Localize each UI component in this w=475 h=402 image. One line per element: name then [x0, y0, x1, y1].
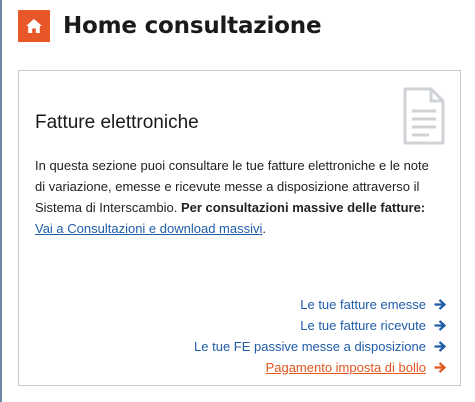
document-icon [403, 87, 445, 145]
card-links: Le tue fatture emesse Le tue fatture ric… [194, 294, 446, 378]
card-description: In questa sezione puoi consultare le tue… [35, 155, 435, 239]
card-title: Fatture elettroniche [35, 112, 199, 133]
arrow-right-icon [434, 362, 446, 373]
link-label: Pagamento imposta di bollo [265, 360, 426, 375]
page: Home consultazione Fatture elettroniche … [0, 0, 475, 402]
home-button[interactable] [18, 10, 50, 42]
link-fatture-ricevute[interactable]: Le tue fatture ricevute [194, 315, 446, 336]
link-label: Le tue fatture emesse [300, 297, 426, 312]
description-trailing: . [262, 221, 267, 236]
page-title: Home consultazione [63, 13, 322, 39]
link-fatture-emesse[interactable]: Le tue fatture emesse [194, 294, 446, 315]
download-massivi-link[interactable]: Vai a Consultazioni e download massivi [35, 221, 262, 236]
link-pagamento-bollo[interactable]: Pagamento imposta di bollo [194, 357, 446, 378]
page-header: Home consultazione [18, 8, 322, 44]
arrow-right-icon [434, 299, 446, 310]
description-bold: Per consultazioni massive delle fatture: [180, 200, 426, 215]
arrow-right-icon [434, 341, 446, 352]
fatture-card: Fatture elettroniche In questa sezione p… [18, 70, 461, 386]
home-icon [26, 19, 42, 33]
link-fe-passive[interactable]: Le tue FE passive messe a disposizione [194, 336, 446, 357]
link-label: Le tue FE passive messe a disposizione [194, 339, 426, 354]
arrow-right-icon [434, 320, 446, 331]
window-edge [0, 0, 2, 402]
link-label: Le tue fatture ricevute [300, 318, 426, 333]
